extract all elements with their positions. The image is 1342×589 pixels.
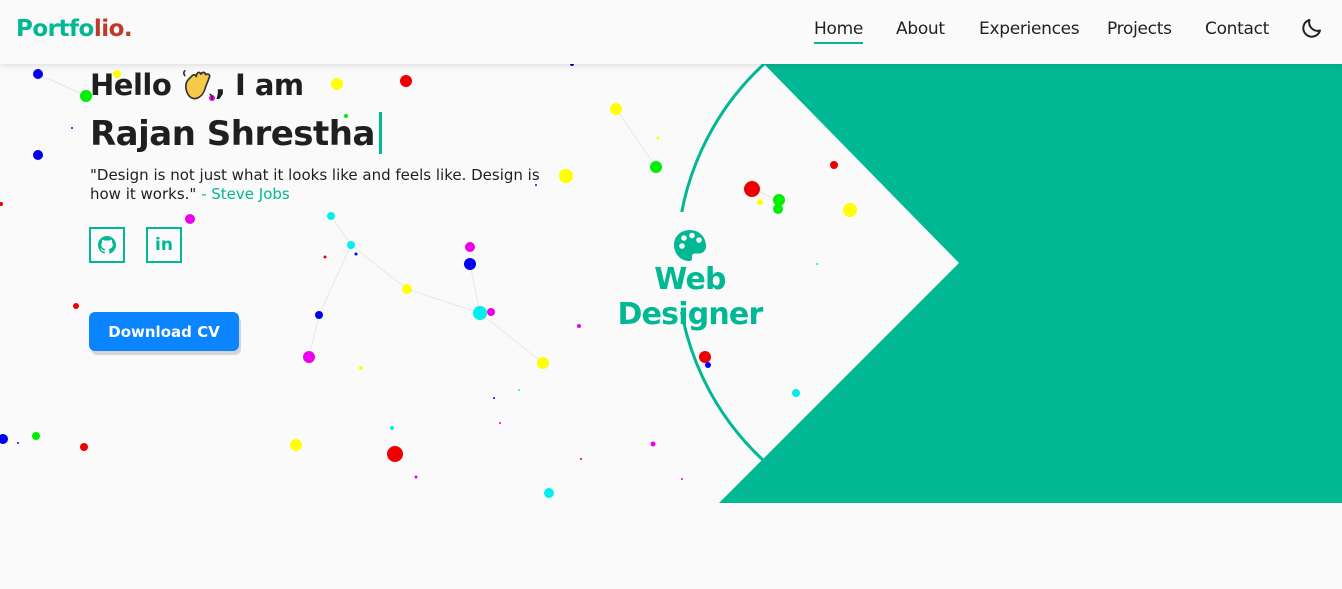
- nav-link-home[interactable]: Home: [814, 19, 863, 44]
- quote-text: "Design is not just what it looks like a…: [90, 166, 540, 203]
- nav-link-about[interactable]: About: [896, 19, 945, 39]
- moon-icon[interactable]: [1300, 16, 1324, 40]
- hero-greeting: Hello , I am: [90, 68, 304, 102]
- nav-link-projects[interactable]: Projects: [1107, 19, 1172, 39]
- github-icon: [98, 236, 116, 254]
- hero-quote: "Design is not just what it looks like a…: [90, 166, 540, 204]
- typing-cursor: [378, 112, 382, 154]
- greeting-text-after: , I am: [214, 68, 304, 102]
- linkedin-link[interactable]: in: [146, 227, 182, 263]
- navbar: Portfolio. Home About Experiences Projec…: [0, 0, 1342, 64]
- hero-name: Rajan Shrestha: [90, 112, 382, 154]
- role-badge: Web Designer: [580, 228, 800, 332]
- linkedin-icon: in: [155, 235, 173, 255]
- brand-logo-part1: Portfo: [16, 16, 94, 42]
- waving-hand-icon: [182, 69, 214, 101]
- hero-name-text: Rajan Shrestha: [90, 114, 375, 154]
- github-link[interactable]: [89, 227, 125, 263]
- palette-icon: [674, 230, 706, 261]
- brand-logo-part2: lio.: [93, 16, 133, 42]
- quote-author: - Steve Jobs: [196, 185, 290, 203]
- download-cv-button[interactable]: Download CV: [89, 312, 239, 351]
- greeting-text-before: Hello: [90, 68, 181, 102]
- nav-link-experiences[interactable]: Experiences: [979, 19, 1080, 39]
- role-text: Web Designer: [617, 262, 764, 332]
- brand-logo[interactable]: Portfolio.: [16, 16, 133, 42]
- nav-link-contact[interactable]: Contact: [1205, 19, 1269, 39]
